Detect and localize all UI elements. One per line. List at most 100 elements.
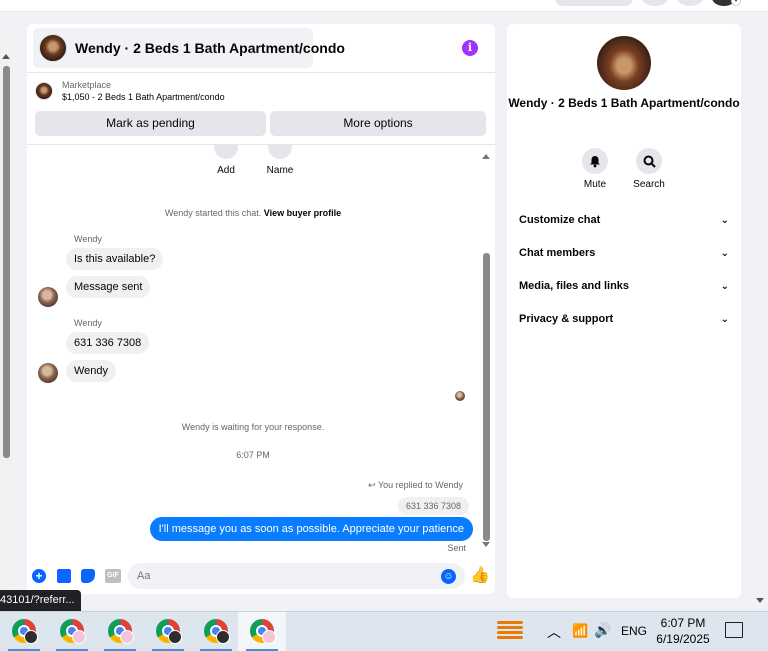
- menu-label: Media, files and links: [519, 280, 630, 292]
- image-icon[interactable]: [57, 569, 71, 583]
- clock-date: 6/19/2025: [656, 632, 710, 646]
- sender-name: Wendy: [74, 234, 102, 244]
- incoming-message[interactable]: 631 336 7308: [66, 332, 150, 354]
- info-icon[interactable]: i: [462, 40, 478, 56]
- outgoing-message[interactable]: I'll message you as soon as possible. Ap…: [149, 517, 473, 541]
- sent-status: Sent: [447, 543, 466, 553]
- header-divider: [27, 72, 495, 73]
- pencil-icon: [268, 145, 292, 159]
- chevron-down-icon[interactable]: ▾: [731, 0, 741, 6]
- view-buyer-profile-link[interactable]: View buyer profile: [264, 208, 341, 218]
- chat-scrollbar[interactable]: [482, 148, 492, 548]
- waiting-notice: Wendy is waiting for your response.: [181, 422, 325, 432]
- menu-customize-chat[interactable]: Customize chat ⌄: [519, 214, 729, 226]
- reply-arrow-icon: ↩: [368, 480, 376, 490]
- conversation-info-panel: Wendy · 2 Beds 1 Bath Apartment/condo Mu…: [507, 24, 741, 598]
- chevron-down-icon: ⌄: [720, 280, 729, 292]
- page-scrollbar[interactable]: [0, 24, 12, 594]
- name-label: Name: [266, 165, 294, 176]
- listing-price-title: $1,050 - 2 Beds 1 Bath Apartment/condo: [62, 92, 225, 102]
- search-button[interactable]: [636, 148, 662, 174]
- seen-receipt-avatar: [455, 391, 465, 401]
- taskbar-chrome-profile-6[interactable]: [238, 612, 286, 651]
- profile-avatar-icon: [168, 630, 182, 644]
- plus-icon[interactable]: +: [32, 569, 46, 583]
- profile-avatar-icon: [120, 630, 134, 644]
- message-input[interactable]: [128, 563, 465, 589]
- mute-label: Mute: [583, 179, 607, 190]
- listing-avatar: [39, 34, 67, 62]
- menu-media-files-links[interactable]: Media, files and links ⌄: [519, 280, 729, 292]
- marketplace-label: Marketplace: [62, 80, 112, 90]
- show-hidden-icons-chevron-icon[interactable]: ︿: [547, 622, 561, 651]
- menu-icon[interactable]: [642, 0, 668, 6]
- replied-to-text: You replied to Wendy: [377, 480, 463, 490]
- taskbar-chrome-profile-5[interactable]: [192, 612, 240, 651]
- add-person-icon: [214, 145, 238, 159]
- sticker-icon[interactable]: [81, 569, 95, 583]
- incoming-message[interactable]: Message sent: [66, 276, 151, 298]
- search-icon: [643, 155, 656, 168]
- menu-label: Customize chat: [519, 214, 601, 226]
- add-label: Add: [217, 165, 235, 176]
- chevron-down-icon: ⌄: [720, 214, 729, 226]
- tray-app-icon[interactable]: [497, 621, 523, 643]
- taskbar-chrome-profile-2[interactable]: [48, 612, 96, 651]
- network-icon[interactable]: 📶: [572, 623, 588, 651]
- sender-avatar[interactable]: [38, 287, 58, 307]
- thumbs-up-icon[interactable]: 👍: [470, 567, 490, 584]
- listing-thumbnail: [35, 82, 53, 100]
- conversation-title: Wendy · 2 Beds 1 Bath Apartment/condo: [508, 96, 740, 110]
- mark-as-pending-button[interactable]: Mark as pending: [35, 111, 266, 136]
- started-text: Wendy started this chat.: [164, 208, 262, 218]
- chat-started-notice: Wendy started this chat. View buyer prof…: [27, 208, 479, 218]
- profile-avatar-icon: [262, 630, 276, 644]
- add-quick-action[interactable]: Add: [201, 145, 251, 176]
- scrollbar-thumb[interactable]: [3, 66, 10, 458]
- notification-center-icon[interactable]: [725, 622, 743, 638]
- chat-panel: Wendy · 2 Beds 1 Bath Apartment/condo i …: [27, 24, 495, 594]
- gif-icon[interactable]: GIF: [105, 569, 121, 583]
- scrollbar-thumb[interactable]: [483, 253, 490, 541]
- notifications-icon[interactable]: [677, 0, 703, 6]
- sender-name: Wendy: [74, 318, 102, 328]
- url-status-tooltip: 43101/?referr...: [0, 590, 81, 611]
- top-navigation-bar: ▾: [0, 0, 768, 12]
- clock-time: 6:07 PM: [660, 616, 706, 630]
- input-language[interactable]: ENG: [621, 624, 647, 651]
- message-list: Add Name Wendy started this chat. View b…: [27, 145, 495, 555]
- menu-label: Chat members: [519, 247, 596, 259]
- sender-avatar[interactable]: [38, 363, 58, 383]
- chat-header[interactable]: Wendy · 2 Beds 1 Bath Apartment/condo: [33, 28, 345, 68]
- search-label: Search: [633, 179, 665, 190]
- conversation-avatar[interactable]: [597, 36, 651, 90]
- taskbar-chrome-profile-1[interactable]: [0, 612, 48, 651]
- scroll-up-arrow-icon[interactable]: [2, 54, 10, 59]
- nav-pill-button[interactable]: [555, 0, 633, 6]
- taskbar-chrome-profile-4[interactable]: [144, 612, 192, 651]
- marketplace-listing[interactable]: Marketplace $1,050 - 2 Beds 1 Bath Apart…: [35, 80, 225, 102]
- name-quick-action[interactable]: Name: [255, 145, 305, 176]
- emoji-icon[interactable]: ☺: [441, 569, 456, 584]
- menu-privacy-support[interactable]: Privacy & support ⌄: [519, 313, 729, 325]
- windows-taskbar: ︿ 📶 🔊 ENG 6:07 PM 6/19/2025: [0, 611, 768, 651]
- incoming-message[interactable]: Is this available?: [66, 248, 164, 270]
- chevron-down-icon: ⌄: [720, 313, 729, 325]
- clock[interactable]: 6:07 PM 6/19/2025: [655, 615, 711, 651]
- mute-button[interactable]: [582, 148, 608, 174]
- chevron-down-icon: ⌄: [720, 247, 729, 259]
- profile-avatar-icon: [24, 630, 38, 644]
- replied-to-label: ↩ You replied to Wendy: [368, 480, 463, 491]
- quoted-message[interactable]: 631 336 7308: [397, 497, 469, 515]
- chat-title: Wendy · 2 Beds 1 Bath Apartment/condo: [75, 40, 345, 56]
- scroll-down-arrow-icon[interactable]: [756, 598, 764, 603]
- time-divider: 6:07 PM: [236, 450, 270, 460]
- volume-icon[interactable]: 🔊: [594, 622, 611, 651]
- incoming-message[interactable]: Wendy: [66, 360, 117, 382]
- more-options-button[interactable]: More options: [270, 111, 486, 136]
- menu-label: Privacy & support: [519, 313, 614, 325]
- menu-chat-members[interactable]: Chat members ⌄: [519, 247, 729, 259]
- taskbar-chrome-profile-3[interactable]: [96, 612, 144, 651]
- scroll-down-arrow-icon[interactable]: [482, 542, 490, 547]
- scroll-up-arrow-icon[interactable]: [482, 154, 490, 159]
